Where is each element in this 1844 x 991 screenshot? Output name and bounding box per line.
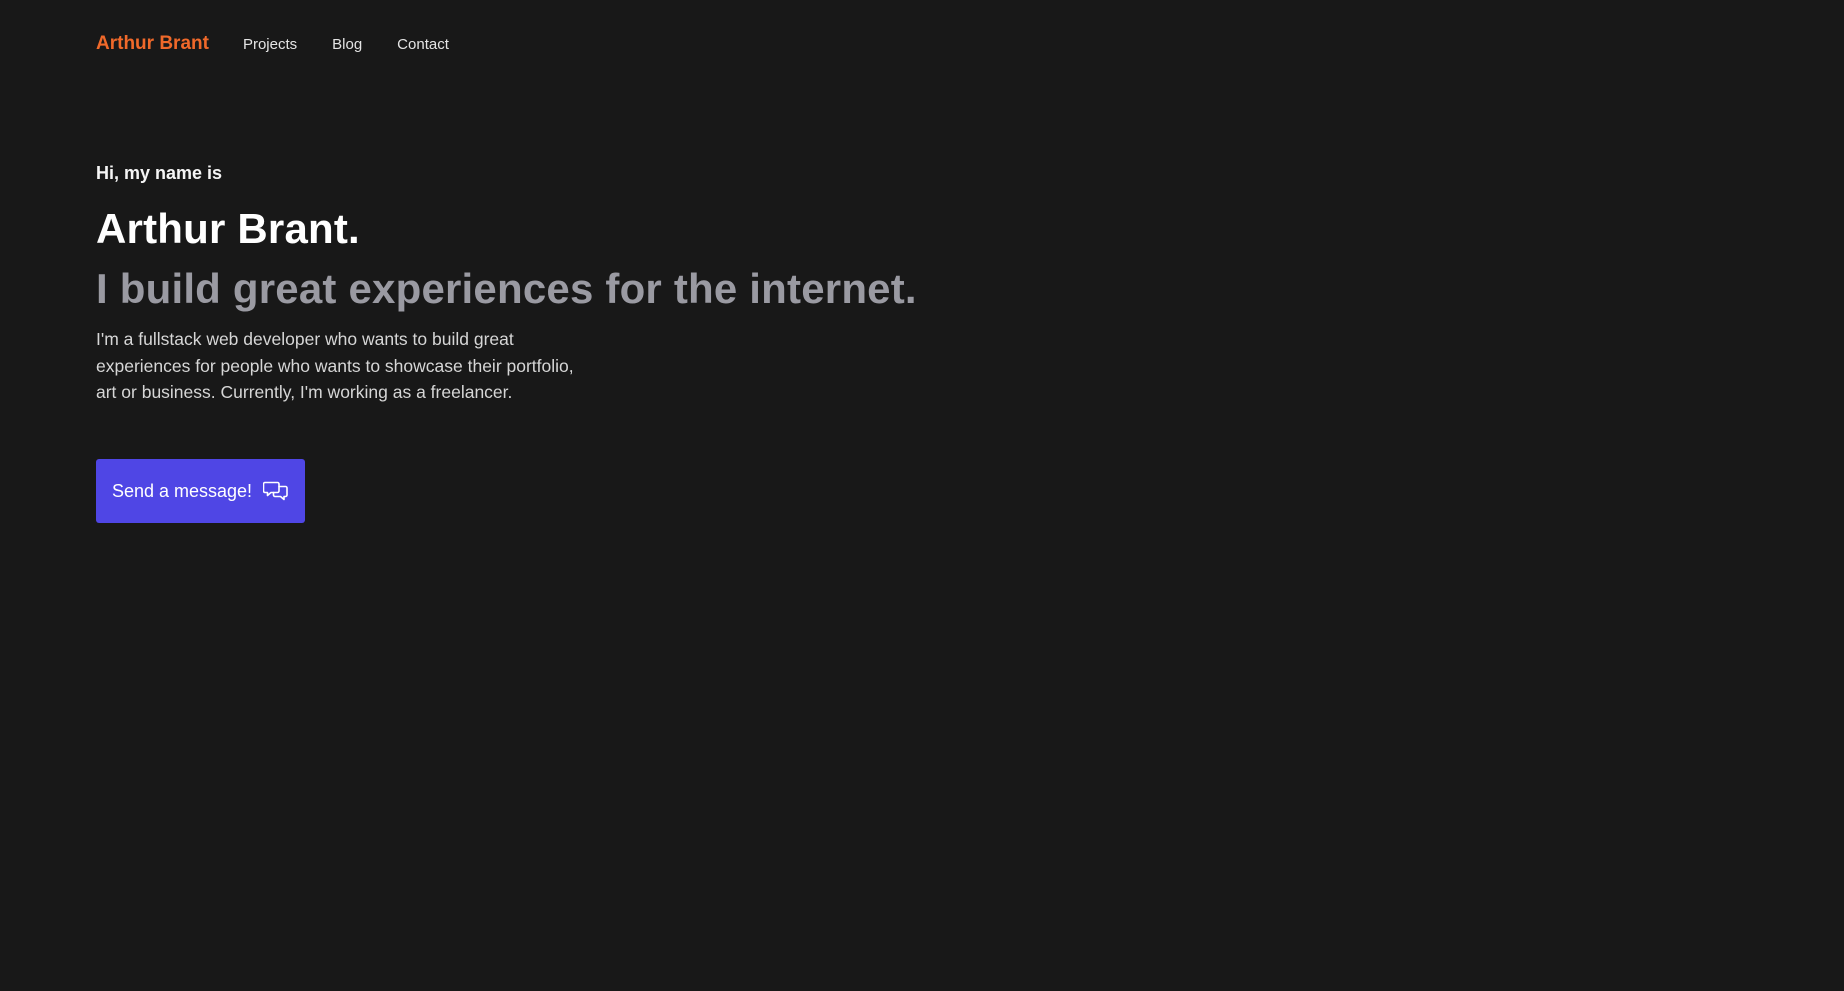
nav-link-projects[interactable]: Projects (243, 36, 297, 53)
hero-tagline: I build great experiences for the intern… (96, 265, 917, 312)
hero-name: Arthur Brant. (96, 205, 360, 252)
send-message-button[interactable]: Send a message! (96, 459, 305, 523)
hero-section: Hi, my name is Arthur Brant. I build gre… (96, 160, 1296, 406)
chat-bubbles-icon (262, 479, 289, 503)
send-message-label: Send a message! (111, 480, 253, 501)
brand-logo-link[interactable]: Arthur Brant (96, 33, 209, 55)
hero-bio: I'm a fullstack web developer who wants … (96, 329, 574, 402)
top-nav: Arthur Brant Projects Blog Contact (96, 30, 484, 58)
nav-link-blog[interactable]: Blog (332, 36, 362, 53)
nav-link-contact[interactable]: Contact (397, 36, 449, 53)
hero-greeting: Hi, my name is (96, 163, 223, 183)
page: Arthur Brant Projects Blog Contact Hi, m… (0, 0, 1844, 991)
